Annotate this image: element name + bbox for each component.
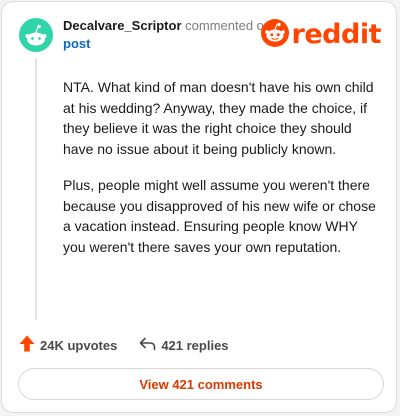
snoo-avatar-icon[interactable] bbox=[19, 18, 53, 52]
reddit-logo[interactable]: reddit bbox=[260, 18, 382, 52]
upvotes-count: 24K upvotes bbox=[40, 337, 118, 353]
upvote-arrow-icon bbox=[19, 335, 40, 355]
comment-actions: 24K upvotes 421 replies bbox=[19, 335, 229, 355]
view-comments-button[interactable]: View 421 comments bbox=[18, 368, 384, 400]
comment-body: NTA. What kind of man doesn't have his o… bbox=[63, 77, 381, 273]
thread-line bbox=[35, 58, 37, 320]
commented-on-label: commented on bbox=[185, 18, 272, 33]
reply-arrow-icon bbox=[139, 337, 161, 354]
replies-count: 421 replies bbox=[161, 337, 229, 353]
comment-paragraph: Plus, people might well assume you weren… bbox=[63, 177, 376, 255]
replies-button[interactable]: 421 replies bbox=[139, 337, 229, 354]
reddit-snoo-icon bbox=[260, 18, 289, 52]
post-link[interactable]: post bbox=[63, 35, 273, 53]
comment-meta: Decalvare_Scriptor commented on post bbox=[63, 17, 273, 53]
username-link[interactable]: Decalvare_Scriptor bbox=[63, 18, 182, 33]
comment-paragraph: NTA. What kind of man doesn't have his o… bbox=[63, 79, 374, 157]
reddit-wordmark: reddit bbox=[291, 19, 382, 50]
comment-card: Decalvare_Scriptor commented on post red… bbox=[1, 1, 397, 413]
upvote-button[interactable]: 24K upvotes bbox=[19, 335, 117, 355]
